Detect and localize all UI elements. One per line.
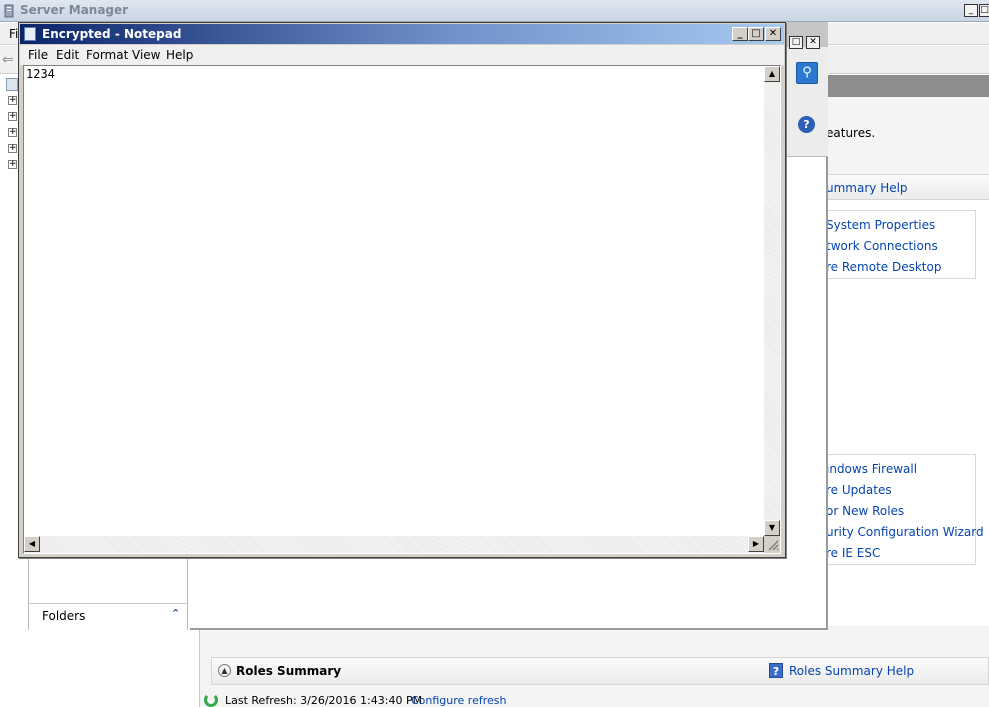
last-refresh-text: Last Refresh: 3/26/2016 1:43:40 PM	[225, 694, 423, 707]
notepad-text-area[interactable]: 1234 ▲ ▼ ◀ ▶	[23, 65, 781, 554]
server-manager-icon	[3, 4, 17, 18]
menu-edit[interactable]: Edit	[56, 48, 79, 62]
resize-grip-icon[interactable]	[764, 536, 780, 553]
folders-bar[interactable]: Folders ⌃	[29, 603, 187, 628]
maximize-button[interactable]: □	[979, 4, 989, 17]
link-network-connections[interactable]: twork Connections	[826, 239, 938, 253]
menu-file[interactable]: Fi	[9, 27, 18, 41]
notepad-close-button[interactable]: ✕	[765, 27, 781, 41]
tree-expand-icon[interactable]: +	[8, 112, 17, 121]
menu-file[interactable]: File	[28, 48, 48, 62]
summary-help-link[interactable]: ummary Help	[826, 181, 908, 195]
link-windows-firewall[interactable]: indows Firewall	[826, 462, 917, 476]
tree-expand-icon[interactable]: +	[8, 160, 17, 169]
tree-expand-icon[interactable]: +	[8, 128, 17, 137]
horizontal-scrollbar[interactable]: ◀ ▶	[24, 536, 764, 553]
help-icon: ?	[769, 663, 783, 678]
tree-expand-icon[interactable]: +	[8, 144, 17, 153]
notepad-titlebar[interactable]: Encrypted - Notepad _ □ ✕	[20, 24, 784, 44]
roles-summary-bar: ▲ Roles Summary ? Roles Summary Help	[211, 657, 989, 685]
help-icon[interactable]: ?	[798, 116, 815, 133]
tree-expand-icon[interactable]: +	[8, 96, 17, 105]
scroll-right-arrow-icon[interactable]: ▶	[748, 536, 764, 552]
chevron-up-icon[interactable]: ⌃	[171, 607, 180, 620]
folders-label: Folders	[42, 609, 86, 623]
link-updates[interactable]: re Updates	[826, 483, 892, 497]
notepad-icon	[24, 27, 36, 41]
server-manager-title: Server Manager	[20, 3, 129, 17]
status-bar: Last Refresh: 3/26/2016 1:43:40 PM Confi…	[200, 692, 989, 707]
server-manager-titlebar: Server Manager _ □	[0, 0, 989, 22]
dialog-bottom-area	[190, 556, 828, 630]
scroll-left-arrow-icon[interactable]: ◀	[24, 536, 40, 552]
server-tree-icon	[6, 78, 18, 91]
link-remote-desktop[interactable]: re Remote Desktop	[826, 260, 941, 274]
vertical-scrollbar[interactable]: ▲ ▼	[764, 66, 780, 536]
roles-summary-help-link[interactable]: Roles Summary Help	[789, 664, 914, 678]
menu-help[interactable]: Help	[166, 48, 193, 62]
link-new-roles[interactable]: or New Roles	[826, 504, 904, 518]
dialog-close-button[interactable]: ✕	[806, 36, 820, 49]
link-system-properties[interactable]: System Properties	[826, 218, 935, 232]
minimize-button[interactable]: _	[964, 4, 978, 17]
menu-view[interactable]: View	[132, 48, 160, 62]
link-security-wizard[interactable]: urity Configuration Wizard	[826, 525, 984, 539]
notepad-window: Encrypted - Notepad _ □ ✕ File Edit Form…	[18, 22, 786, 558]
scroll-up-arrow-icon[interactable]: ▲	[764, 66, 780, 82]
dialog-maximize-button[interactable]: □	[789, 36, 803, 49]
notepad-title: Encrypted - Notepad	[42, 27, 182, 41]
scroll-down-arrow-icon[interactable]: ▼	[764, 520, 780, 536]
search-icon[interactable]: ⚲	[796, 62, 818, 84]
notepad-menubar: File Edit Format View Help	[20, 45, 784, 65]
back-arrow-icon[interactable]: ⇐	[2, 52, 18, 68]
notepad-maximize-button[interactable]: □	[748, 27, 764, 41]
main-header-strip	[826, 75, 989, 97]
roles-summary-title: Roles Summary	[236, 664, 342, 678]
link-ie-esc[interactable]: re IE ESC	[826, 546, 880, 560]
main-description: eatures.	[826, 126, 876, 140]
configure-refresh-link[interactable]: Configure refresh	[411, 694, 506, 707]
notepad-minimize-button[interactable]: _	[732, 27, 748, 41]
notepad-content: 1234	[26, 67, 55, 81]
refresh-icon	[204, 693, 218, 707]
collapse-chevron-icon[interactable]: ▲	[218, 664, 231, 677]
menu-format[interactable]: Format	[86, 48, 128, 62]
